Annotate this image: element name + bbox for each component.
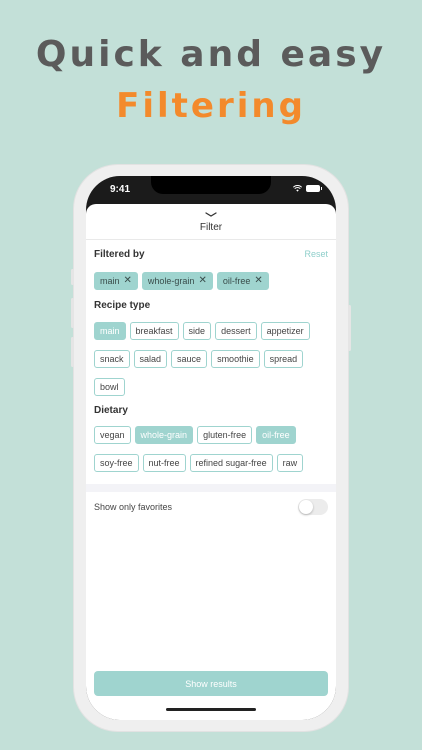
remove-icon[interactable]: ✕ [198,276,206,286]
phone-frame: 9:41 Filter Filtered by Reset main ✕ who… [71,165,351,731]
phone-power-button [348,305,351,351]
reset-link[interactable]: Reset [304,249,328,259]
home-indicator [166,708,256,711]
dietary-chip[interactable]: raw [276,454,304,472]
show-results-button[interactable]: Show results [94,671,328,696]
divider [86,239,336,240]
dietary-row-2: soy-free nut-free refined sugar-free raw [94,454,304,472]
recipe-type-chip[interactable]: sauce [171,350,208,368]
recipe-type-chip[interactable]: salad [133,350,168,368]
filtered-by-label: Filtered by [94,249,145,260]
active-filter-chip[interactable]: oil-free ✕ [216,272,269,290]
wifi-icon [293,185,302,192]
chip-label: whole-grain [147,276,195,286]
dietary-chip[interactable]: soy-free [94,454,139,472]
phone-volume-up-button [71,298,74,328]
recipe-type-chip[interactable]: smoothie [211,350,260,368]
recipe-type-chip[interactable]: snack [94,350,130,368]
headline-line-2: Filtering [116,86,306,126]
remove-icon[interactable]: ✕ [124,276,132,286]
section-separator [86,484,336,492]
dietary-chip[interactable]: nut-free [142,454,186,472]
dietary-chip[interactable]: oil-free [256,426,296,444]
recipe-type-chip[interactable]: appetizer [260,322,310,340]
recipe-type-row-1: main breakfast side dessert appetizer [94,322,310,340]
dietary-label: Dietary [94,405,128,416]
active-filter-chip[interactable]: whole-grain ✕ [141,272,213,290]
dietary-chip[interactable]: vegan [94,426,131,444]
recipe-type-chip[interactable]: dessert [215,322,257,340]
recipe-type-row-3: bowl [94,378,125,396]
sheet-grabber-icon[interactable] [205,212,217,218]
dietary-chip[interactable]: whole-grain [134,426,194,444]
dietary-chip[interactable]: gluten-free [197,426,253,444]
phone-screen: 9:41 Filter Filtered by Reset main ✕ who… [86,176,336,720]
recipe-type-chip[interactable]: breakfast [129,322,179,340]
status-icons [293,185,322,192]
status-time: 9:41 [110,184,131,195]
phone-volume-down-button [71,337,74,367]
phone-side-button [71,269,74,285]
recipe-type-chip[interactable]: spread [263,350,304,368]
dietary-chip[interactable]: refined sugar-free [189,454,273,472]
headline-line-1: Quick and easy [35,34,387,75]
chip-label: oil-free [222,276,251,286]
recipe-type-chip[interactable]: bowl [94,378,125,396]
favorites-label: Show only favorites [94,502,173,512]
filter-sheet: Filter Filtered by Reset main ✕ whole-gr… [86,204,336,720]
toggle-knob [299,500,313,514]
remove-icon[interactable]: ✕ [254,276,262,286]
recipe-type-chip[interactable]: main [94,322,126,340]
active-filter-chip[interactable]: main ✕ [94,272,138,290]
active-filters-row: main ✕ whole-grain ✕ oil-free ✕ [94,272,269,290]
favorites-toggle[interactable] [298,499,328,515]
dietary-row-1: vegan whole-grain gluten-free oil-free [94,426,296,444]
sheet-title: Filter [199,222,223,233]
recipe-type-row-2: snack salad sauce smoothie spread [94,350,304,368]
chip-label: main [100,276,120,286]
recipe-type-chip[interactable]: side [182,322,212,340]
recipe-type-label: Recipe type [94,300,151,311]
battery-icon [306,185,322,192]
notch [151,176,271,194]
